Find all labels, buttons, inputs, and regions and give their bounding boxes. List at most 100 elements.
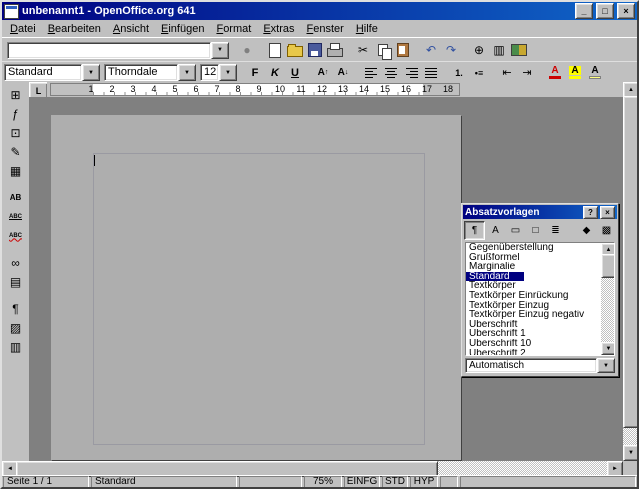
undo-button[interactable]: ↶ <box>421 40 441 60</box>
align-left-button[interactable] <box>361 63 381 83</box>
find-replace-button[interactable]: ∞ <box>5 253 27 272</box>
scroll-down-icon[interactable]: ▼ <box>623 445 639 461</box>
numbering-styles-button[interactable]: ≣ <box>546 222 565 239</box>
autotext-button[interactable]: AB <box>5 188 27 207</box>
maximize-button[interactable]: □ <box>596 3 614 19</box>
decrease-indent-button[interactable]: ⇤ <box>497 63 517 83</box>
stop-button[interactable]: ● <box>237 40 257 60</box>
style-filter-combobox[interactable]: Automatisch ▼ <box>465 358 615 373</box>
redo-button[interactable]: ↷ <box>441 40 461 60</box>
align-center-button[interactable] <box>381 63 401 83</box>
copy-button[interactable] <box>373 40 393 60</box>
font-size-combobox[interactable]: 12 ▼ <box>200 64 237 81</box>
style-list-item[interactable]: Grußformel <box>466 253 597 263</box>
style-list-item[interactable]: Textkörper Einzug <box>466 301 597 311</box>
style-list-item-selected[interactable]: Standard <box>466 272 524 282</box>
save-button[interactable] <box>305 40 325 60</box>
style-list-item[interactable]: Textkörper <box>466 281 597 291</box>
bullet-list-button[interactable]: •≡ <box>469 63 489 83</box>
insert-button[interactable]: ⊞ <box>5 85 27 104</box>
style-list-scrollbar[interactable]: ▲ ▼ <box>601 243 614 355</box>
style-dropdown-icon[interactable]: ▼ <box>82 64 100 81</box>
stylist-close-icon[interactable]: × <box>600 206 615 219</box>
autospellcheck-button[interactable]: ABC <box>5 226 27 245</box>
status-hyperlink-mode[interactable]: HYP <box>410 476 438 488</box>
fill-format-mode-button[interactable]: ◆ <box>577 222 596 239</box>
style-filter-dropdown-icon[interactable]: ▼ <box>597 358 615 373</box>
style-filter-value[interactable]: Automatisch <box>465 358 597 373</box>
status-selection-mode[interactable]: STD <box>382 476 408 488</box>
italic-button[interactable]: K <box>265 63 285 83</box>
url-dropdown-icon[interactable]: ▼ <box>211 42 229 59</box>
increase-indent-button[interactable]: ⇥ <box>517 63 537 83</box>
page-styles-button[interactable]: □ <box>526 222 545 239</box>
close-button[interactable]: × <box>617 3 635 19</box>
data-sources-button[interactable]: ▤ <box>5 272 27 291</box>
style-list-item[interactable]: Überschrift 2 <box>466 349 597 356</box>
status-zoom[interactable]: 75% <box>304 476 342 488</box>
title-bar[interactable]: unbenannt1 - OpenOffice.org 641 _ □ × <box>2 2 637 20</box>
superscript-button[interactable]: A↑ <box>313 63 333 83</box>
font-dropdown-icon[interactable]: ▼ <box>178 64 196 81</box>
underline-button[interactable]: U <box>285 63 305 83</box>
frame-styles-button[interactable]: ▭ <box>506 222 525 239</box>
menu-bearbeiten[interactable]: Bearbeiten <box>42 22 107 36</box>
menu-extras[interactable]: Extras <box>257 22 300 36</box>
stylist-help-icon[interactable]: ? <box>583 206 598 219</box>
paragraph-style-combobox[interactable]: Standard ▼ <box>4 64 100 81</box>
font-size-value[interactable]: 12 <box>200 64 219 81</box>
subscript-button[interactable]: A↓ <box>333 63 353 83</box>
style-list-item[interactable]: Gegenüberstellung <box>466 243 597 253</box>
stylist-title-bar[interactable]: Absatzvorlagen ? × <box>463 205 617 219</box>
cut-button[interactable]: ✂ <box>353 40 373 60</box>
list-scroll-thumb[interactable] <box>601 254 615 278</box>
status-insert-mode[interactable]: EINFG <box>344 476 380 488</box>
list-scroll-down-icon[interactable]: ▼ <box>601 342 615 355</box>
font-color-button[interactable]: A <box>545 63 565 83</box>
status-page-style[interactable]: Standard <box>91 476 237 488</box>
style-list[interactable]: Gegenüberstellung Grußformel Marginalie … <box>465 242 615 356</box>
menu-format[interactable]: Format <box>210 22 257 36</box>
paragraph-styles-button[interactable]: ¶ <box>464 221 485 240</box>
style-list-item[interactable]: Marginalie <box>466 262 597 272</box>
graphics-toggle-button[interactable]: ▨ <box>5 318 27 337</box>
font-name-combobox[interactable]: Thorndale ▼ <box>104 64 196 81</box>
size-dropdown-icon[interactable]: ▼ <box>219 64 237 81</box>
style-list-item[interactable]: Textkörper Einrückung <box>466 291 597 301</box>
paragraph-style-value[interactable]: Standard <box>4 64 82 81</box>
print-button[interactable] <box>325 40 345 60</box>
document-page[interactable] <box>51 115 461 460</box>
minimize-button[interactable]: _ <box>575 3 593 19</box>
font-name-value[interactable]: Thorndale <box>104 64 178 81</box>
bold-button[interactable]: F <box>245 63 265 83</box>
ruler-strip[interactable]: 1 2 3 4 5 6 7 8 9 10 11 12 13 14 15 16 1… <box>50 83 460 96</box>
menu-datei[interactable]: Datei <box>4 22 42 36</box>
highlighting-button[interactable]: A <box>565 63 585 83</box>
style-list-item[interactable]: Überschrift <box>466 320 597 330</box>
menu-einfuegen[interactable]: Einfügen <box>155 22 210 36</box>
spellcheck-button[interactable]: ABC <box>5 207 27 226</box>
character-styles-button[interactable]: A <box>486 222 505 239</box>
style-list-item[interactable]: Überschrift 1 <box>466 329 597 339</box>
insert-field-button[interactable]: ƒ <box>5 104 27 123</box>
align-right-button[interactable] <box>401 63 421 83</box>
stylist-button[interactable]: ▥ <box>489 40 509 60</box>
vertical-scrollbar[interactable]: ▲ ▼ <box>623 82 637 461</box>
menu-fenster[interactable]: Fenster <box>301 22 350 36</box>
form-functions-button[interactable]: ▦ <box>5 161 27 180</box>
insert-object-button[interactable]: ⊡ <box>5 123 27 142</box>
online-layout-button[interactable]: ▥ <box>5 337 27 356</box>
menu-hilfe[interactable]: Hilfe <box>350 22 384 36</box>
style-list-item[interactable]: Überschrift 10 <box>466 339 597 349</box>
url-field[interactable] <box>7 42 211 59</box>
new-style-from-selection-button[interactable]: ▩ <box>597 222 616 239</box>
background-color-button[interactable]: A <box>585 63 605 83</box>
vertical-scroll-thumb[interactable] <box>623 96 639 428</box>
navigator-button[interactable]: ⊕ <box>469 40 489 60</box>
menu-ansicht[interactable]: Ansicht <box>107 22 155 36</box>
paste-button[interactable] <box>393 40 413 60</box>
horizontal-ruler[interactable]: 1 2 3 4 5 6 7 8 9 10 11 12 13 14 15 16 1… <box>47 82 623 97</box>
horizontal-scrollbar[interactable]: ◄ ► <box>2 461 623 475</box>
open-button[interactable] <box>285 40 305 60</box>
align-justify-button[interactable] <box>421 63 441 83</box>
